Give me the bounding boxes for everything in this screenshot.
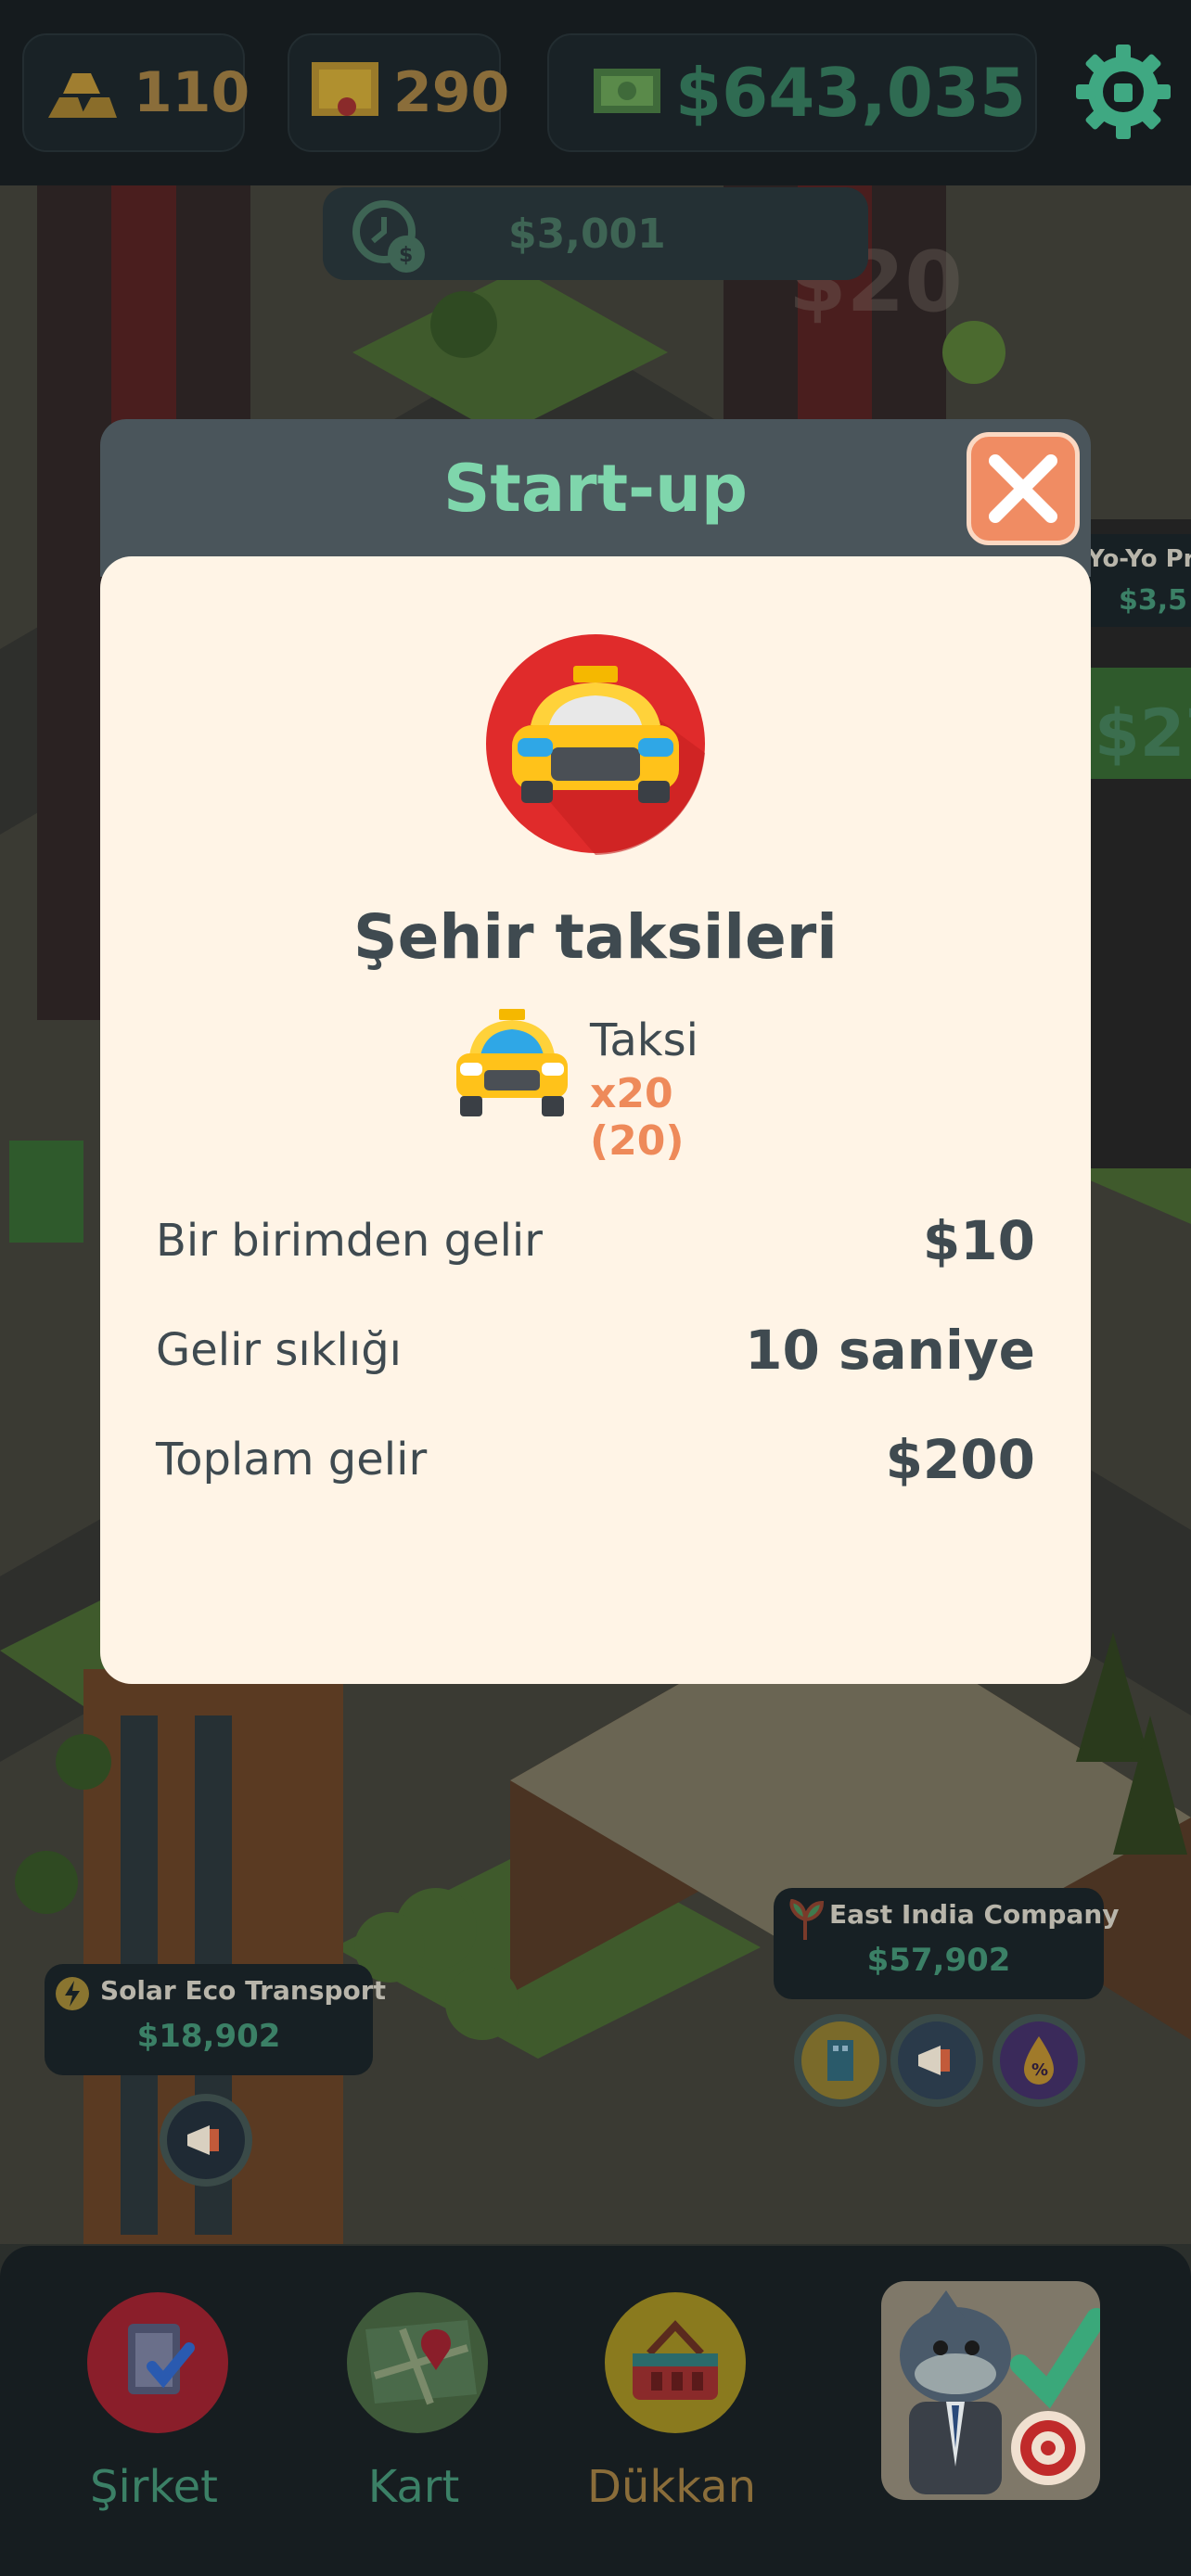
yoyo-value: $3,5: [1119, 584, 1188, 617]
nav-company[interactable]: Şirket: [43, 2292, 265, 2533]
plant-icon: [787, 1898, 825, 1944]
settings-gear-icon[interactable]: [1074, 43, 1172, 141]
map-pin-icon: [347, 2292, 488, 2433]
stat-value: 10 saniye: [745, 1319, 1035, 1382]
stat-value: $10: [922, 1209, 1035, 1272]
svg-text:$: $: [399, 244, 413, 267]
background-label-yoyo: Yo-Yo Pr $3,5: [1082, 534, 1191, 627]
stat-value: $200: [885, 1428, 1035, 1491]
map-label-solar-eco-transport[interactable]: Solar Eco Transport $18,902: [45, 1964, 386, 2075]
shark-mascot-icon: [900, 2290, 1107, 2494]
discount-drop-icon[interactable]: %: [992, 2014, 1085, 2107]
yoyo-name: Yo-Yo Pr: [1087, 545, 1191, 573]
gold-bars-counter[interactable]: 110: [22, 33, 250, 152]
map-label-east-india-company[interactable]: East India Company $57,902: [774, 1888, 1120, 1999]
close-icon: [989, 454, 1057, 523]
nav-label: Dükkan: [587, 2461, 756, 2513]
megaphone-icon[interactable]: [890, 2014, 983, 2107]
cash-counter[interactable]: $643,035: [547, 33, 1037, 152]
modal-body: Şehir taksileri Taksi x20 (20) Bir birim…: [100, 556, 1091, 1684]
stat-label: Gelir sıklığı: [156, 1324, 403, 1376]
building-upgrade-icon[interactable]: [794, 2014, 887, 2107]
timer-value: $3,001: [508, 210, 666, 258]
unit-name: Taksi: [590, 1014, 698, 1066]
certificates-counter[interactable]: 290: [288, 33, 509, 152]
unit-count: x20 (20): [590, 1070, 685, 1165]
shop-basket-icon: [605, 2292, 746, 2433]
nav-shop[interactable]: Dükkan: [560, 2292, 783, 2533]
stat-label: Bir birimden gelir: [156, 1215, 543, 1267]
gold-bars-icon: [43, 60, 121, 125]
taxi-business-icon: [484, 632, 707, 855]
modal-header: Start-up: [100, 419, 1091, 577]
modal-title: Start-up: [442, 451, 749, 527]
company-clipboard-icon: [87, 2292, 228, 2433]
map-label-name: Solar Eco Transport: [100, 1975, 386, 2006]
close-button[interactable]: [967, 432, 1080, 545]
map-label-value: $18,902: [136, 2018, 281, 2055]
business-name: Şehir taksileri: [353, 901, 838, 973]
stat-label: Toplam gelir: [156, 1434, 428, 1486]
map-label-value: $57,902: [866, 1942, 1011, 1979]
clock-money-icon: $: [352, 200, 427, 278]
gold-bars-value: 110: [134, 60, 250, 125]
bottom-navigation: Şirket Kart Dükkan: [0, 2246, 1191, 2576]
cash-value: $643,035: [675, 54, 1027, 132]
cash-stack-icon: [592, 61, 662, 124]
certificates-value: 290: [393, 60, 510, 125]
stat-row-total-income: Toplam gelir $200: [156, 1422, 1035, 1497]
map-label-name: East India Company: [829, 1899, 1120, 1930]
stat-row-income-frequency: Gelir sıklığı 10 saniye: [156, 1313, 1035, 1387]
bolt-icon: [54, 1975, 91, 2016]
nav-label: Kart: [367, 2461, 460, 2513]
stat-row-income-per-unit: Bir birimden gelir $10: [156, 1204, 1035, 1278]
megaphone-icon[interactable]: [160, 2094, 252, 2187]
svg-text:%: %: [1031, 2060, 1048, 2080]
unit-info: Taksi x20 (20): [453, 1009, 749, 1165]
certificate-icon: [310, 58, 380, 127]
shark-advisor-button[interactable]: [881, 2281, 1107, 2500]
nav-label: Şirket: [90, 2461, 218, 2513]
nav-map[interactable]: Kart: [302, 2292, 525, 2533]
income-timer[interactable]: $ $3,001: [323, 187, 868, 280]
taxi-icon: [453, 1009, 571, 1124]
background-big-amount: $27: [1095, 695, 1191, 772]
